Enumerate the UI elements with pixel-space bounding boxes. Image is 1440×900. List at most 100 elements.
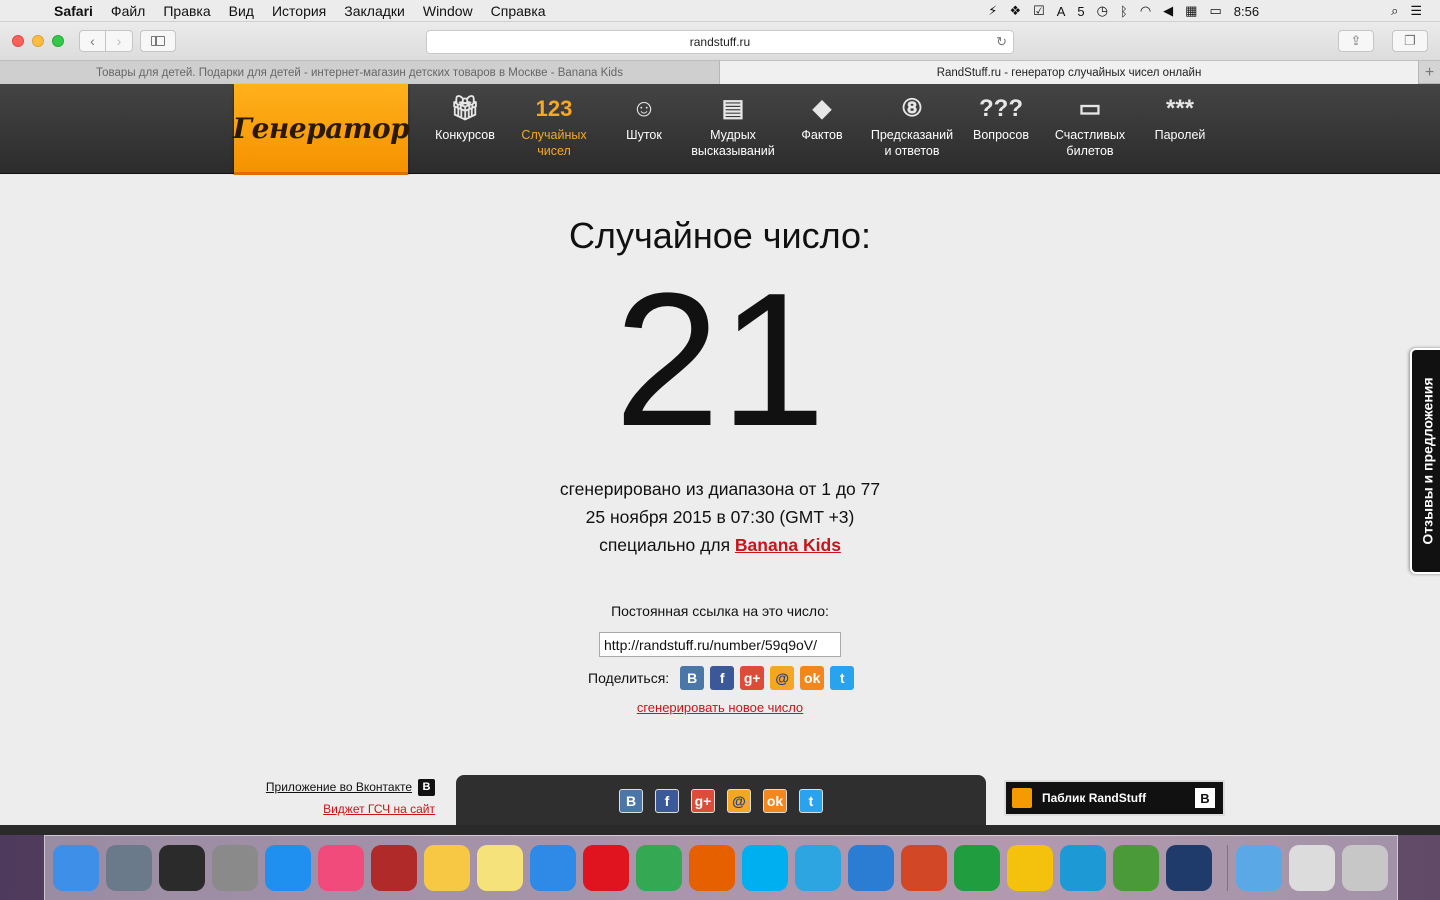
reload-icon[interactable]: ↻ — [996, 34, 1007, 50]
nav-passwords[interactable]: *** Паролей — [1135, 94, 1225, 143]
launchpad-icon[interactable] — [106, 845, 152, 891]
share-row: Поделиться: В f g+ @ ok t — [588, 666, 860, 690]
bluetooth-icon[interactable]: ᛒ — [1120, 4, 1128, 19]
menu-view[interactable]: Вид — [229, 3, 254, 19]
nav-facts[interactable]: ◆ Фактов — [777, 94, 867, 143]
photo-booth-icon[interactable] — [371, 845, 417, 891]
widget-link[interactable]: Виджет ГСЧ на сайт — [252, 798, 435, 820]
bolt-icon[interactable]: ⚡︎ — [988, 3, 997, 19]
scanner-icon[interactable] — [1289, 845, 1335, 891]
menu-history[interactable]: История — [272, 3, 326, 19]
photos-icon[interactable] — [424, 845, 470, 891]
footer-facebook-icon[interactable]: f — [655, 789, 679, 813]
nav-label: Фактов — [801, 128, 843, 142]
fullscreen-window-button[interactable] — [52, 35, 64, 47]
forward-button[interactable]: › — [106, 30, 133, 52]
skype-icon[interactable] — [742, 845, 788, 891]
tab-randstuff[interactable]: RandStuff.ru - генератор случайных чисел… — [720, 61, 1419, 84]
photoshop-icon[interactable] — [1166, 845, 1212, 891]
footer-google-plus-icon[interactable]: g+ — [691, 789, 715, 813]
checkbox-icon[interactable]: ☑ — [1033, 3, 1045, 19]
excel-icon[interactable] — [954, 845, 1000, 891]
main-content: Случайное число: 21 сгенерировано из диа… — [0, 175, 1440, 825]
footer-mail-icon[interactable]: @ — [727, 789, 751, 813]
menu-help[interactable]: Справка — [491, 3, 546, 19]
vk-app-link[interactable]: Приложение во Вконтакте B — [252, 776, 435, 798]
share-mail-icon[interactable]: @ — [770, 666, 795, 690]
share-icon: ⇪ — [1350, 33, 1362, 48]
menu-file[interactable]: Файл — [111, 3, 145, 19]
opera-icon[interactable] — [583, 845, 629, 891]
permalink-input[interactable] — [599, 632, 841, 657]
telegram-icon[interactable] — [795, 845, 841, 891]
regenerate-link[interactable]: сгенерировать новое число — [0, 700, 1440, 715]
flag-icon[interactable]: ▦ — [1185, 3, 1197, 19]
tab-banana-kids[interactable]: Товары для детей. Подарки для детей - ин… — [0, 61, 720, 84]
dropbox-icon[interactable]: ❖ — [1009, 3, 1021, 19]
menu-bookmarks[interactable]: Закладки — [344, 3, 405, 19]
sidebar-toggle-button[interactable] — [140, 30, 176, 52]
footer-share-panel: В f g+ @ ok t — [456, 775, 986, 827]
asterisk-icon: *** — [1165, 95, 1195, 122]
firefox-icon[interactable] — [689, 845, 735, 891]
random-number: 21 — [614, 254, 826, 466]
onenote-o-icon[interactable] — [1007, 845, 1053, 891]
share-twitter-icon[interactable]: t — [830, 666, 855, 690]
banana-kids-link[interactable]: Banana Kids — [735, 535, 841, 555]
feedback-tab[interactable]: Отзывы и предложения — [1410, 348, 1440, 574]
browser-toolbar: ‹ › randstuff.ru ↻ ⇪ ❐ — [0, 22, 1440, 61]
site-logo[interactable]: Генератор — [233, 84, 410, 176]
nav-predictions[interactable]: ⑧ Предсказаний и ответов — [867, 94, 957, 159]
chrome-icon[interactable] — [636, 845, 682, 891]
nav-jokes[interactable]: ☺ Шуток — [599, 94, 689, 143]
powerpoint-icon[interactable] — [901, 845, 947, 891]
tabs-overview-button[interactable]: ❐ — [1392, 30, 1428, 52]
menu-edit[interactable]: Правка — [163, 3, 210, 19]
share-google-plus-icon[interactable]: g+ — [740, 666, 765, 690]
battery-icon[interactable]: ▭ — [1209, 3, 1221, 19]
volume-icon[interactable]: ◀ — [1163, 3, 1173, 19]
footer-twitter-icon[interactable]: t — [799, 789, 823, 813]
footer-vk-icon[interactable]: В — [619, 789, 643, 813]
wifi-icon[interactable]: ◠ — [1140, 3, 1151, 19]
share-facebook-icon[interactable]: f — [710, 666, 735, 690]
share-odnoklassniki-icon[interactable]: ok — [800, 666, 825, 690]
finder-icon[interactable] — [53, 845, 99, 891]
clock[interactable]: 8:56 — [1234, 4, 1259, 19]
word-icon[interactable] — [848, 845, 894, 891]
nav-questions[interactable]: ??? Вопросов — [956, 94, 1046, 143]
nav-quotes[interactable]: ▤ Мудрых высказываний — [688, 94, 778, 159]
notification-center-icon[interactable]: ☰ — [1410, 3, 1422, 19]
vk-public-button[interactable]: Паблик RandStuff B — [1004, 780, 1225, 816]
dock-separator — [1227, 845, 1228, 891]
itunes-icon[interactable] — [318, 845, 364, 891]
menu-app-name[interactable]: Safari — [54, 3, 93, 19]
app-store-icon[interactable] — [265, 845, 311, 891]
nav-contests[interactable]: 🎁︎ Конкурсов — [420, 94, 510, 143]
dashboard-icon[interactable] — [159, 845, 205, 891]
menu-window[interactable]: Window — [423, 3, 473, 19]
lync-icon[interactable] — [1060, 845, 1106, 891]
minimize-window-button[interactable] — [32, 35, 44, 47]
time-machine-icon[interactable]: ◷ — [1097, 3, 1108, 19]
footer-odnoklassniki-icon[interactable]: ok — [763, 789, 787, 813]
safari-icon[interactable] — [530, 845, 576, 891]
notes-icon[interactable] — [477, 845, 523, 891]
new-tab-button[interactable]: + — [1419, 61, 1440, 84]
nav-lucky-tickets[interactable]: ▭ Счастливых билетов — [1045, 94, 1135, 159]
system-preferences-icon[interactable] — [212, 845, 258, 891]
trash-icon[interactable] — [1342, 845, 1388, 891]
ticket-icon: ▭ — [1078, 95, 1102, 122]
spotlight-icon[interactable]: ⌕ — [1391, 3, 1398, 19]
nav-random-numbers[interactable]: 123 Случайных чисел — [509, 94, 599, 159]
transmission-icon[interactable] — [1113, 845, 1159, 891]
nav-label: Паролей — [1154, 128, 1206, 142]
share-button[interactable]: ⇪ — [1338, 30, 1374, 52]
address-bar[interactable]: randstuff.ru ↻ — [426, 30, 1014, 54]
adobe-icon[interactable]: A — [1057, 4, 1066, 19]
notification-count[interactable]: 5 — [1077, 4, 1084, 19]
downloads-folder-icon[interactable] — [1236, 845, 1282, 891]
share-vk-icon[interactable]: В — [680, 666, 705, 690]
close-window-button[interactable] — [12, 35, 24, 47]
back-button[interactable]: ‹ — [79, 30, 106, 52]
